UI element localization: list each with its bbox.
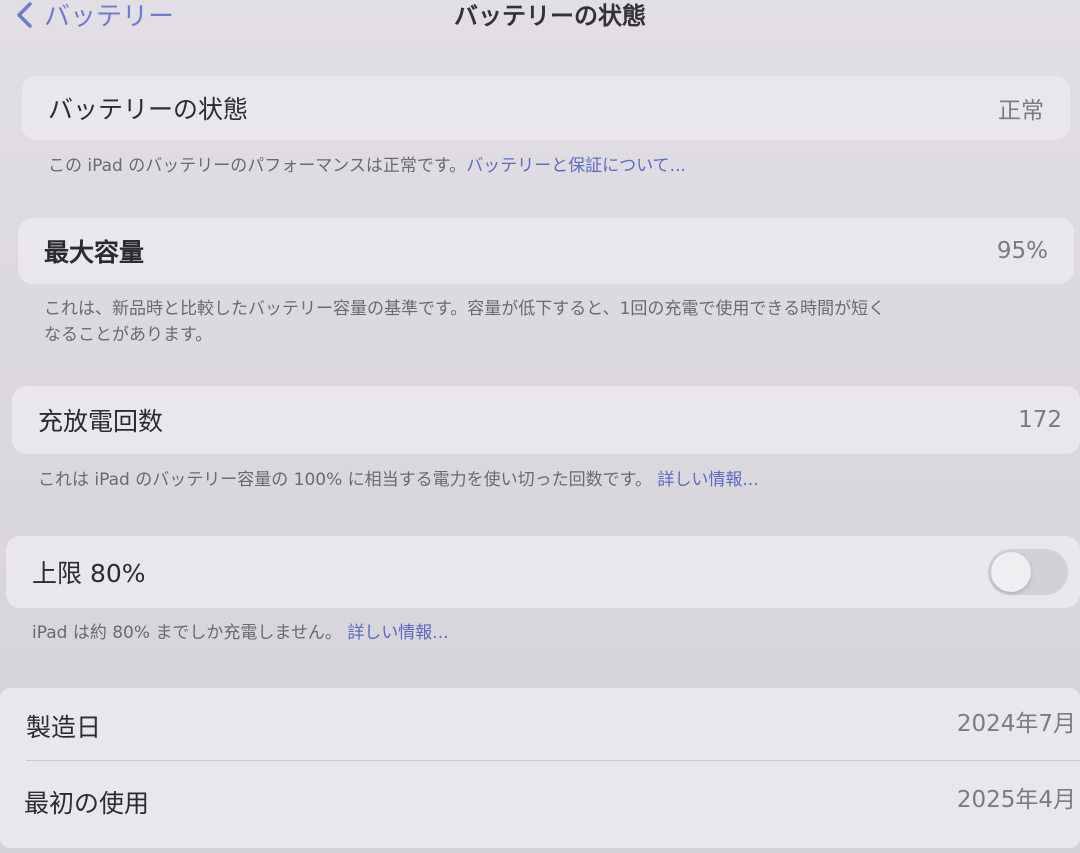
charge-limit-footnote: iPad は約 80% までしか充電しません。 詳しい情報... — [32, 620, 449, 646]
battery-health-value: 正常 — [998, 98, 1044, 124]
charge-limit-more-info-link[interactable]: 詳しい情報... — [347, 623, 448, 643]
battery-warranty-link[interactable]: バッテリーと保証について... — [466, 156, 686, 176]
cycle-count-label: 充放電回数 — [38, 407, 164, 436]
manufacture-date-row: 製造日 2024年7月 — [0, 688, 1080, 764]
maximum-capacity-footnote-line-1: これは、新品時と比較したバッテリー容量の基準です。容量が低下すると、1回の充電で… — [44, 299, 886, 319]
maximum-capacity-value: 95% — [996, 238, 1048, 264]
battery-health-card: バッテリーの状態 正常 — [22, 76, 1070, 140]
cycle-count-footnote: これは iPad のバッテリー容量の 100% に相当する電力を使い切った回数で… — [38, 467, 759, 493]
manufacture-date-value: 2024年7月 — [956, 711, 1076, 737]
charge-limit-card: 上限 80% — [6, 536, 1080, 608]
page-title: バッテリーの状態 — [454, 2, 646, 30]
maximum-capacity-row: 最大容量 95% — [18, 218, 1074, 284]
cycle-count-footnote-text: これは iPad のバッテリー容量の 100% に相当する電力を使い切った回数で… — [38, 470, 652, 490]
battery-health-footnote-text: この iPad のバッテリーのパフォーマンスは正常です。 — [48, 156, 467, 176]
cycle-count-value: 172 — [1018, 407, 1062, 433]
toggle-knob — [991, 552, 1031, 592]
maximum-capacity-card: 最大容量 95% — [18, 218, 1074, 284]
charge-limit-toggle[interactable] — [988, 549, 1068, 595]
charge-limit-row: 上限 80% — [6, 536, 1080, 608]
cycle-count-more-info-link[interactable]: 詳しい情報... — [657, 470, 758, 490]
battery-health-label: バッテリーの状態 — [48, 95, 249, 124]
battery-health-footnote: この iPad のバッテリーのパフォーマンスは正常です。バッテリーと保証について… — [48, 153, 686, 179]
first-use-value: 2025年4月 — [956, 787, 1076, 813]
navigation-bar: バッテリー バッテリーの状態 — [0, 0, 1080, 40]
charge-limit-label: 上限 80% — [32, 559, 146, 588]
cycle-count-row: 充放電回数 172 — [12, 386, 1080, 454]
first-use-row: 最初の使用 2025年4月 — [0, 764, 1080, 840]
charge-limit-footnote-text: iPad は約 80% までしか充電しません。 — [32, 623, 342, 643]
maximum-capacity-footnote: これは、新品時と比較したバッテリー容量の基準です。容量が低下すると、1回の充電で… — [44, 296, 885, 348]
maximum-capacity-footnote-line-2: なることがあります。 — [44, 325, 213, 345]
row-divider — [26, 760, 1080, 761]
cycle-count-card: 充放電回数 172 — [12, 386, 1080, 454]
maximum-capacity-label: 最大容量 — [44, 238, 145, 267]
first-use-label: 最初の使用 — [24, 789, 150, 818]
manufacture-date-label: 製造日 — [26, 713, 102, 742]
battery-health-row: バッテリーの状態 正常 — [22, 76, 1070, 140]
battery-dates-card: 製造日 2024年7月 最初の使用 2025年4月 — [0, 688, 1080, 848]
